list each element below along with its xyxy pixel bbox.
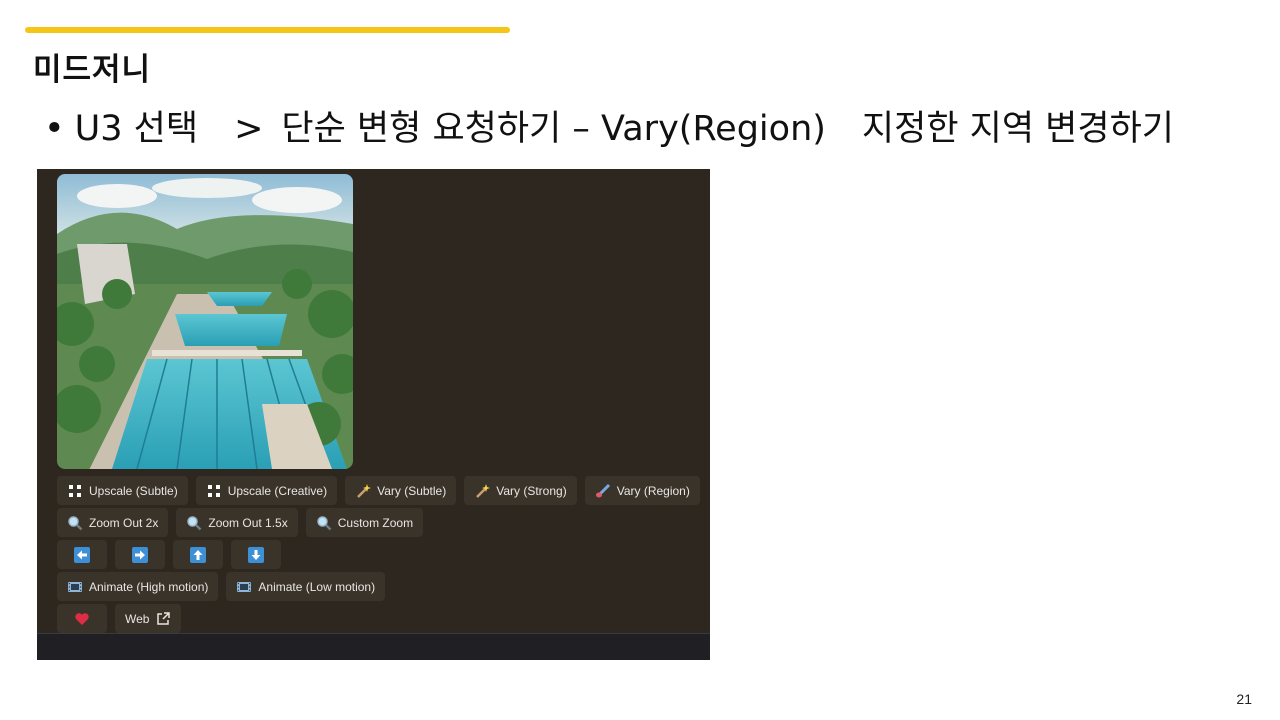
page-number: 21 <box>1236 691 1252 707</box>
slide-title: 미드저니 <box>33 52 152 88</box>
bullet-action: 단순 변형 요청하기 – Vary(Region) <box>281 109 826 149</box>
magnifier-icon <box>187 515 202 530</box>
vary-subtle-label: Vary (Subtle) <box>377 483 447 498</box>
message-input-area <box>37 633 710 660</box>
external-link-icon <box>157 611 171 625</box>
vary-subtle-button[interactable]: Vary (Subtle) <box>345 476 457 505</box>
heart-icon <box>75 612 89 625</box>
bullet-description: 지정한 지역 변경하기 <box>861 109 1174 149</box>
upscale-subtle-button[interactable]: Upscale (Subtle) <box>57 476 188 505</box>
magic-wand-icon <box>476 483 491 498</box>
paintbrush-icon <box>595 483 610 497</box>
vary-strong-label: Vary (Strong) <box>496 483 567 498</box>
magic-wand-icon <box>357 483 372 498</box>
upscale-creative-button[interactable]: Upscale (Creative) <box>195 476 338 505</box>
web-link-label: Web <box>125 611 150 626</box>
pan-right-button[interactable] <box>115 540 165 569</box>
generated-image[interactable] <box>57 174 353 469</box>
favorite-button[interactable] <box>57 604 107 633</box>
bullet-line: • U3 선택 > 단순 변형 요청하기 – Vary(Region) 지정한 지역 변… <box>44 100 1174 151</box>
custom-zoom-button[interactable]: Custom Zoom <box>305 508 424 537</box>
pan-up-button[interactable] <box>173 540 223 569</box>
pan-down-button[interactable] <box>231 540 281 569</box>
title-accent-bar <box>25 27 510 33</box>
upscale-creative-label: Upscale (Creative) <box>227 483 328 498</box>
pan-left-button[interactable] <box>57 540 107 569</box>
film-icon <box>68 581 82 592</box>
bullet-arrow: > <box>234 109 264 149</box>
magnifier-icon <box>316 515 332 530</box>
film-icon <box>237 581 252 592</box>
animate-high-motion-label: Animate (High motion) <box>89 579 209 594</box>
vary-region-button[interactable]: Vary (Region) <box>584 476 700 505</box>
animate-low-motion-button[interactable]: Animate (Low motion) <box>226 572 386 601</box>
arrow-down-icon <box>248 546 264 563</box>
button-row-animate: Animate (High motion) Animate (Low motio… <box>57 572 386 601</box>
button-row-misc: Web <box>57 604 182 633</box>
bullet-step: U3 선택 <box>74 109 199 149</box>
midjourney-screenshot: Upscale (Subtle) Upscale (Creative) Vary… <box>37 169 710 660</box>
zoom-out-2x-label: Zoom Out 2x <box>89 515 159 530</box>
custom-zoom-label: Custom Zoom <box>337 515 414 530</box>
arrow-left-icon <box>74 546 90 563</box>
web-link-button[interactable]: Web <box>115 604 182 633</box>
zoom-out-1-5x-label: Zoom Out 1.5x <box>208 515 288 530</box>
upscale-subtle-label: Upscale (Subtle) <box>89 483 178 498</box>
animate-low-motion-label: Animate (Low motion) <box>258 579 376 594</box>
bullet-dot: • <box>44 109 65 149</box>
button-row-zoom: Zoom Out 2x Zoom Out 1.5x Custom Zoom <box>57 508 424 537</box>
expand-icon <box>207 484 220 497</box>
button-row-pan <box>57 540 281 569</box>
zoom-out-1-5x-button[interactable]: Zoom Out 1.5x <box>176 508 298 537</box>
animate-high-motion-button[interactable]: Animate (High motion) <box>57 572 219 601</box>
magnifier-icon <box>68 515 83 530</box>
expand-icon <box>69 484 81 497</box>
arrow-right-icon <box>132 546 148 563</box>
zoom-out-2x-button[interactable]: Zoom Out 2x <box>57 508 169 537</box>
vary-strong-button[interactable]: Vary (Strong) <box>464 476 577 505</box>
button-row-upscale-vary: Upscale (Subtle) Upscale (Creative) Vary… <box>57 476 700 505</box>
arrow-up-icon <box>190 546 206 563</box>
vary-region-label: Vary (Region) <box>616 483 690 498</box>
